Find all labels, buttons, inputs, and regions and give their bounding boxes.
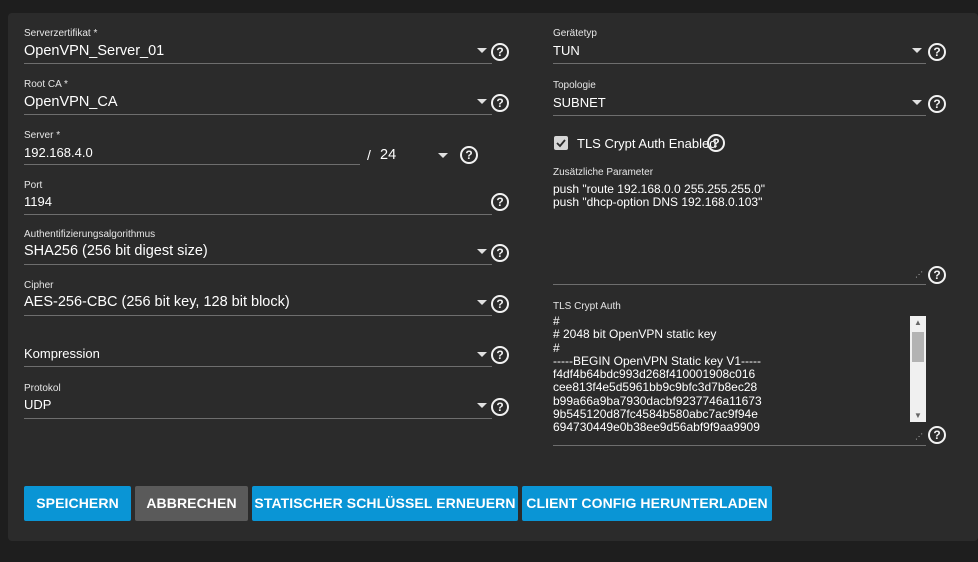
help-icon[interactable]: ? bbox=[491, 295, 509, 313]
compression-field[interactable]: Kompression bbox=[24, 331, 492, 367]
chevron-down-icon[interactable] bbox=[477, 99, 487, 104]
scroll-thumb[interactable] bbox=[912, 332, 924, 362]
help-icon[interactable]: ? bbox=[491, 346, 509, 364]
tls-key-line: f4df4b64bdc993d268f410001908c016 bbox=[553, 367, 756, 382]
server-address-value: 192.168.4.0 bbox=[24, 145, 93, 160]
chevron-down-icon[interactable] bbox=[477, 48, 487, 53]
chevron-down-icon[interactable] bbox=[438, 153, 448, 158]
help-icon[interactable]: ? bbox=[928, 95, 946, 113]
checkmark-icon bbox=[556, 139, 566, 148]
resize-handle-icon[interactable]: ⋰ bbox=[915, 433, 923, 441]
additional-params-label: Zusätzliche Parameter bbox=[553, 167, 654, 178]
help-icon[interactable]: ? bbox=[491, 193, 509, 211]
scroll-down-icon[interactable]: ▼ bbox=[910, 411, 926, 421]
resize-handle-icon[interactable]: ⋰ bbox=[915, 271, 923, 279]
chevron-down-icon[interactable] bbox=[477, 403, 487, 408]
chevron-down-icon[interactable] bbox=[477, 352, 487, 357]
underline bbox=[24, 366, 492, 367]
server-certificate-field[interactable]: Serverzertifikat * OpenVPN_Server_01 bbox=[24, 28, 492, 64]
tls-crypt-auth-textarea[interactable]: # # 2048 bit OpenVPN static key # -----B… bbox=[553, 315, 928, 443]
tls-crypt-auth-checkbox[interactable] bbox=[554, 136, 568, 150]
openvpn-server-form: Serverzertifikat * OpenVPN_Server_01 ? R… bbox=[8, 13, 978, 541]
download-client-config-button[interactable]: CLIENT CONFIG HERUNTERLADEN bbox=[522, 486, 772, 521]
root-ca-value: OpenVPN_CA bbox=[24, 94, 118, 110]
server-address-label: Server * bbox=[24, 130, 61, 141]
protocol-field[interactable]: Protokol UDP bbox=[24, 383, 492, 419]
underline bbox=[24, 164, 360, 165]
help-icon[interactable]: ? bbox=[928, 266, 946, 284]
tls-key-line: b99a66a9ba7930dacbf9237746a11673 bbox=[553, 393, 762, 408]
auth-algorithm-field[interactable]: Authentifizierungsalgorithmus SHA256 (25… bbox=[24, 229, 492, 265]
underline bbox=[24, 63, 492, 64]
tls-key-line: # bbox=[553, 340, 560, 355]
device-type-field[interactable]: Gerätetyp TUN bbox=[553, 28, 926, 64]
chevron-down-icon[interactable] bbox=[912, 100, 922, 105]
underline bbox=[553, 284, 926, 285]
scroll-up-icon[interactable]: ▲ bbox=[910, 318, 926, 328]
tls-crypt-auth-enabled-label: TLS Crypt Auth Enabled bbox=[577, 136, 717, 151]
additional-params-line: push "dhcp-option DNS 192.168.0.103" bbox=[553, 195, 763, 209]
root-ca-field[interactable]: Root CA * OpenVPN_CA bbox=[24, 79, 492, 115]
renew-static-key-button[interactable]: STATISCHER SCHLÜSSEL ERNEUERN bbox=[252, 486, 518, 521]
topology-label: Topologie bbox=[553, 80, 596, 91]
underline bbox=[553, 115, 926, 116]
tls-key-line: 9b545120d87fc4584b580abc7ac9f94e bbox=[553, 407, 758, 422]
cipher-value: AES-256-CBC (256 bit key, 128 bit block) bbox=[24, 294, 290, 310]
netmask-separator: / bbox=[367, 147, 371, 163]
tls-textarea-scrollbar[interactable]: ▲ ▼ bbox=[910, 316, 926, 422]
tls-key-line: cee813f4e5d5961bb9c9bfc3d7b8ec28 bbox=[553, 380, 758, 395]
help-icon[interactable]: ? bbox=[928, 426, 946, 444]
chevron-down-icon[interactable] bbox=[477, 300, 487, 305]
compression-value: Kompression bbox=[24, 346, 100, 361]
port-value: 1194 bbox=[24, 194, 52, 209]
underline bbox=[24, 114, 492, 115]
help-icon[interactable]: ? bbox=[491, 398, 509, 416]
tls-key-line: # bbox=[553, 315, 560, 328]
cipher-label: Cipher bbox=[24, 280, 54, 291]
server-certificate-label: Serverzertifikat * bbox=[24, 28, 98, 39]
auth-algorithm-value: SHA256 (256 bit digest size) bbox=[24, 243, 208, 259]
help-icon[interactable]: ? bbox=[928, 43, 946, 61]
help-icon[interactable]: ? bbox=[460, 146, 478, 164]
server-address-field[interactable]: Server * 192.168.4.0 bbox=[24, 130, 360, 166]
help-icon[interactable]: ? bbox=[491, 94, 509, 112]
auth-algorithm-label: Authentifizierungsalgorithmus bbox=[24, 229, 156, 240]
help-icon[interactable]: ? bbox=[491, 43, 509, 61]
netmask-value: 24 bbox=[380, 147, 397, 163]
topology-value: SUBNET bbox=[553, 95, 606, 110]
netmask-select[interactable]: 24 bbox=[380, 143, 450, 165]
topology-field[interactable]: Topologie SUBNET bbox=[553, 80, 926, 116]
cipher-field[interactable]: Cipher AES-256-CBC (256 bit key, 128 bit… bbox=[24, 280, 492, 316]
port-field[interactable]: Port 1194 bbox=[24, 180, 492, 216]
underline bbox=[24, 418, 492, 419]
chevron-down-icon[interactable] bbox=[477, 249, 487, 254]
device-type-label: Gerätetyp bbox=[553, 28, 597, 39]
underline bbox=[24, 264, 492, 265]
tls-crypt-auth-label: TLS Crypt Auth bbox=[553, 301, 621, 312]
help-icon[interactable]: ? bbox=[707, 134, 725, 152]
device-type-value: TUN bbox=[553, 43, 580, 58]
chevron-down-icon[interactable] bbox=[912, 48, 922, 53]
root-ca-label: Root CA * bbox=[24, 79, 68, 90]
protocol-value: UDP bbox=[24, 397, 52, 412]
underline bbox=[553, 445, 926, 446]
underline bbox=[24, 214, 492, 215]
help-icon[interactable]: ? bbox=[491, 244, 509, 262]
server-certificate-value: OpenVPN_Server_01 bbox=[24, 43, 165, 59]
save-button[interactable]: SPEICHERN bbox=[24, 486, 131, 521]
underline bbox=[24, 315, 492, 316]
tls-key-line: # 2048 bit OpenVPN static key bbox=[553, 327, 717, 342]
protocol-label: Protokol bbox=[24, 383, 61, 394]
cancel-button[interactable]: ABBRECHEN bbox=[135, 486, 248, 521]
tls-key-line: 694730449e0b38ee9d56abf9f9aa9909 bbox=[553, 420, 760, 435]
additional-params-field[interactable]: Zusätzliche Parameter push "route 192.16… bbox=[553, 167, 926, 285]
port-label: Port bbox=[24, 180, 43, 191]
underline bbox=[553, 63, 926, 64]
tls-key-line: -----BEGIN OpenVPN Static key V1----- bbox=[553, 353, 762, 368]
